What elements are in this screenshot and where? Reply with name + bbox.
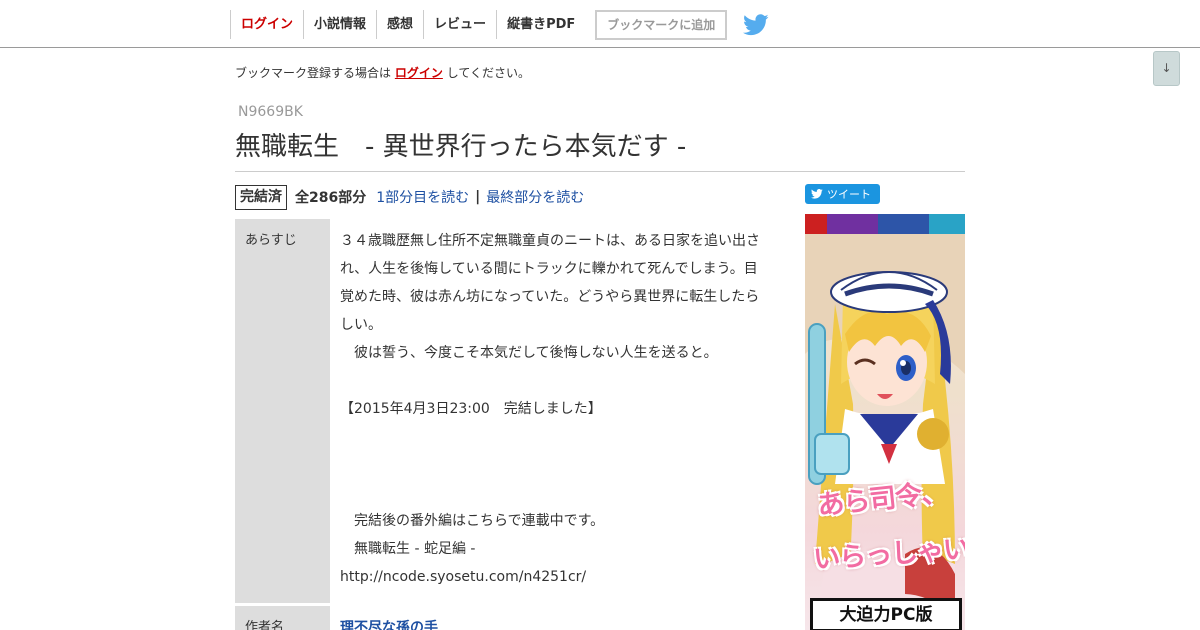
ad-banner[interactable]: あら司令、 いらっしゃい 大迫力PC版	[805, 214, 965, 630]
author-row: 作者名 理不尽な孫の手	[235, 606, 765, 630]
synopsis-line: しい。	[340, 317, 382, 333]
ad-stripe-red	[805, 214, 827, 234]
synopsis-text: ３４歳職歴無し住所不定無職童貞のニートは、ある日家を追い出さ れ、人生を後悔して…	[330, 219, 765, 603]
ad-stripe-blue	[878, 214, 929, 234]
synopsis-line	[340, 367, 765, 395]
synopsis-line: 【2015年4月3日23:00 完結しました】	[340, 401, 602, 417]
synopsis-line: れ、人生を後悔している間にトラックに轢かれて死んでしまう。目	[340, 261, 758, 277]
novel-info-table: あらすじ ３４歳職歴無し住所不定無職童貞のニートは、ある日家を追い出さ れ、人生…	[235, 219, 765, 630]
nav-impressions[interactable]: 感想	[376, 10, 423, 39]
status-line: 完結済 全286部分 1部分目を読む | 最終部分を読む	[235, 184, 584, 210]
synopsis-line: 彼は誓う、今度こそ本気だして後悔しない人生を送ると。	[340, 345, 718, 361]
add-bookmark-button[interactable]: ブックマークに追加	[595, 9, 728, 40]
tweet-button[interactable]: ツイート	[805, 184, 880, 204]
ad-pc-badge: 大迫力PC版	[810, 598, 962, 630]
synopsis-label: あらすじ	[235, 219, 330, 603]
nav-review[interactable]: レビュー	[423, 10, 496, 39]
link-separator: |	[475, 189, 481, 205]
scroll-down-button[interactable]: ↓	[1153, 51, 1180, 86]
novel-code: N9669BK	[238, 104, 303, 120]
ad-color-stripe	[805, 214, 965, 234]
synopsis-line: 覚めた時、彼は赤ん坊になっていた。どうやら異世界に転生したら	[340, 289, 760, 305]
ad-stripe-purple	[827, 214, 878, 234]
top-nav-bar: ログイン 小説情報 感想 レビュー 縦書きPDF ブックマークに追加	[0, 0, 1200, 48]
author-link[interactable]: 理不尽な孫の手	[340, 620, 438, 630]
twitter-bird-icon	[811, 189, 823, 199]
twitter-bird-icon[interactable]	[743, 13, 769, 36]
nav-login[interactable]: ログイン	[230, 10, 303, 39]
notice-text-after: してください。	[446, 66, 530, 80]
synopsis-line: 完結後の番外編はこちらで連載中です。	[340, 513, 605, 529]
synopsis-line	[340, 423, 765, 451]
status-badge: 完結済	[235, 184, 287, 210]
nav-novel-info[interactable]: 小説情報	[303, 10, 376, 39]
synopsis-line: http://ncode.syosetu.com/n4251cr/	[340, 569, 587, 585]
novel-title: 無職転生 - 異世界行ったら本気だす -	[235, 126, 965, 172]
nav-vertical-pdf[interactable]: 縦書きPDF	[496, 10, 585, 39]
synopsis-row: あらすじ ３４歳職歴無し住所不定無職童貞のニートは、ある日家を追い出さ れ、人生…	[235, 219, 765, 603]
author-label: 作者名	[235, 606, 330, 630]
read-last-link[interactable]: 最終部分を読む	[486, 187, 584, 207]
episode-count: 全286部分	[295, 190, 367, 206]
notice-text-before: ブックマーク登録する場合は	[235, 66, 392, 80]
synopsis-line: 無職転生 - 蛇足編 -	[340, 541, 476, 557]
ad-stripe-cyan	[929, 214, 965, 234]
tweet-label: ツイート	[827, 188, 871, 201]
read-first-link[interactable]: 1部分目を読む	[376, 187, 469, 207]
nav-links: ログイン 小説情報 感想 レビュー 縦書きPDF ブックマークに追加	[230, 9, 769, 40]
login-notice: ブックマーク登録する場合は ログイン してください。	[235, 64, 530, 81]
synopsis-line	[340, 451, 765, 479]
ad-character-illustration: あら司令、 いらっしゃい	[805, 234, 965, 630]
notice-login-link[interactable]: ログイン	[395, 66, 443, 80]
synopsis-line: ３４歳職歴無し住所不定無職童貞のニートは、ある日家を追い出さ	[340, 233, 760, 249]
author-value: 理不尽な孫の手	[330, 606, 765, 630]
synopsis-line	[340, 479, 765, 507]
